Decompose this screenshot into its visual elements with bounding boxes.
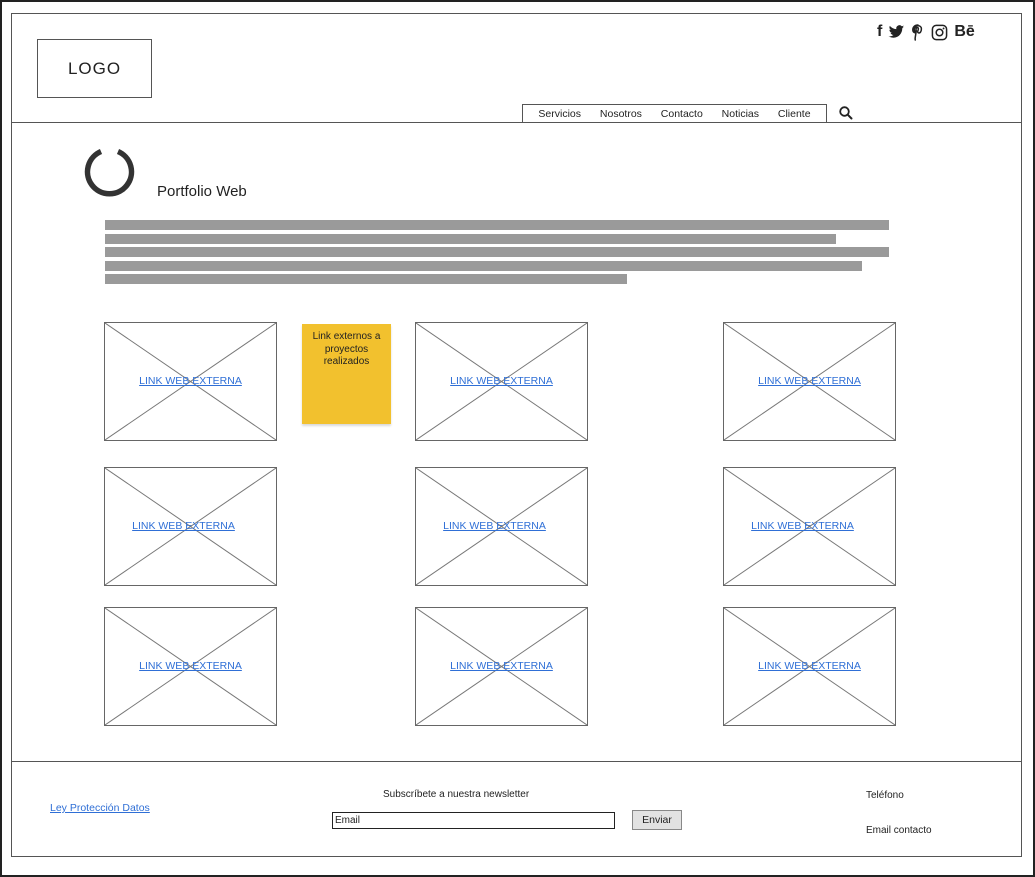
project-card: LINK WEB EXTERNA [415,322,588,441]
external-link[interactable]: LINK WEB EXTERNA [416,660,587,672]
contact-email: Email contacto [866,825,932,836]
project-card: LINK WEB EXTERNA [723,607,896,726]
twitter-icon[interactable] [888,25,905,39]
loading-icon [82,145,137,200]
privacy-link[interactable]: Ley Protección Datos [50,802,150,814]
project-card: LINK WEB EXTERNA [104,467,277,586]
external-link[interactable]: LINK WEB EXTERNA [724,375,895,387]
nav-item-noticias[interactable]: Noticias [722,108,759,120]
external-link[interactable]: LINK WEB EXTERNA [710,520,895,532]
project-card: LINK WEB EXTERNA [415,607,588,726]
facebook-icon[interactable]: f [877,23,882,41]
instagram-icon[interactable] [931,24,948,41]
social-links: f Bē [877,23,975,41]
logo[interactable]: LOGO [37,39,152,98]
project-card: LINK WEB EXTERNA [415,467,588,586]
project-card: LINK WEB EXTERNA [723,467,896,586]
behance-icon[interactable]: Bē [954,23,974,41]
text-line [105,220,889,230]
footer-divider [11,761,1022,762]
text-line [105,261,862,271]
main-nav: Servicios Nosotros Contacto Noticias Cli… [522,104,827,122]
newsletter-email-input[interactable] [332,812,615,829]
external-link[interactable]: LINK WEB EXTERNA [724,660,895,672]
header-divider [11,122,1022,123]
contact-phone: Teléfono [866,790,904,801]
nav-item-cliente[interactable]: Cliente [778,108,811,120]
page-title: Portfolio Web [157,183,247,200]
project-card: LINK WEB EXTERNA [104,607,277,726]
external-link[interactable]: LINK WEB EXTERNA [105,375,276,387]
search-icon[interactable] [838,105,854,121]
send-button[interactable]: Enviar [632,810,682,830]
sticky-note: Link externos a proyectos realizados [302,324,391,424]
pinterest-icon[interactable] [911,23,925,41]
nav-item-servicios[interactable]: Servicios [538,108,581,120]
external-link[interactable]: LINK WEB EXTERNA [91,520,276,532]
nav-item-nosotros[interactable]: Nosotros [600,108,642,120]
project-card: LINK WEB EXTERNA [723,322,896,441]
external-link[interactable]: LINK WEB EXTERNA [105,660,276,672]
text-line [105,247,889,257]
project-card: LINK WEB EXTERNA [104,322,277,441]
text-line [105,274,627,284]
external-link[interactable]: LINK WEB EXTERNA [402,520,587,532]
nav-item-contacto[interactable]: Contacto [661,108,703,120]
newsletter-label: Subscríbete a nuestra newsletter [383,789,530,800]
external-link[interactable]: LINK WEB EXTERNA [416,375,587,387]
text-line [105,234,836,244]
